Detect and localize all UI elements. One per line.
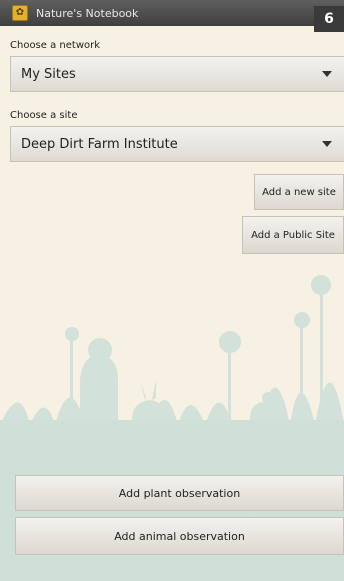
site-label: Choose a site — [10, 110, 78, 121]
title-bar: ✿ Nature's Notebook — [0, 0, 344, 26]
network-label: Choose a network — [10, 40, 101, 51]
add-plant-observation-button[interactable]: Add plant observation — [15, 475, 344, 511]
step-badge: 6 — [314, 6, 344, 32]
site-selected: Deep Dirt Farm Institute — [21, 136, 178, 152]
network-selected: My Sites — [21, 66, 76, 82]
site-dropdown[interactable]: Deep Dirt Farm Institute — [10, 126, 344, 162]
chevron-down-icon — [322, 141, 332, 147]
network-dropdown[interactable]: My Sites — [10, 56, 344, 92]
add-animal-observation-button[interactable]: Add animal observation — [15, 517, 344, 555]
leaf-app-icon: ✿ — [12, 5, 28, 21]
chevron-down-icon — [322, 71, 332, 77]
add-new-site-button[interactable]: Add a new site — [254, 174, 344, 210]
app-title: Nature's Notebook — [36, 6, 139, 20]
